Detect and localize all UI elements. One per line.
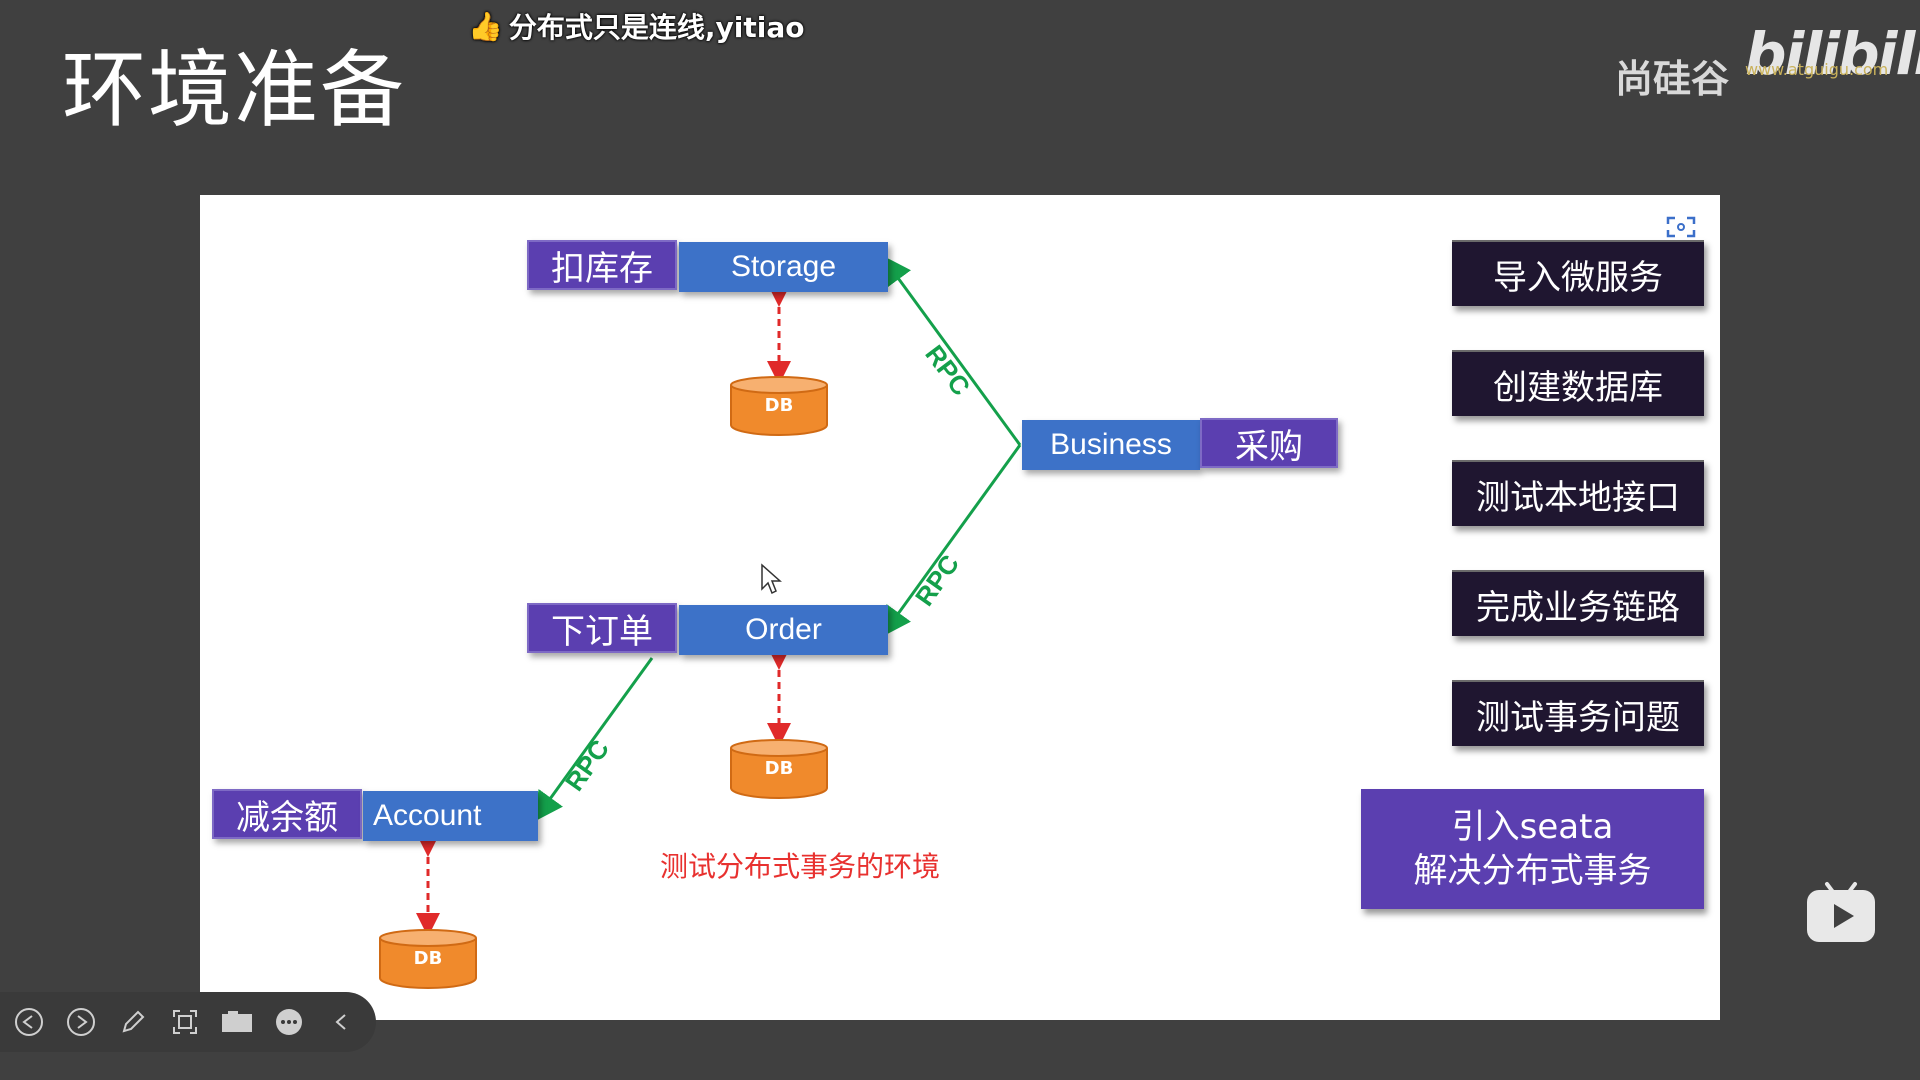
- service-box-order: Order: [679, 605, 888, 655]
- danmaku-text: 分布式只是连线,yitiao: [508, 11, 805, 44]
- step-import-services: 导入微服务: [1452, 240, 1704, 306]
- rpc-line-order: [881, 444, 1022, 638]
- action-label-storage: 扣库存: [527, 240, 677, 290]
- screenshot-icon[interactable]: [168, 1005, 202, 1039]
- seata-line2: 解决分布式事务: [1413, 851, 1652, 891]
- db-label: DB: [413, 948, 443, 969]
- step-test-local-api: 测试本地接口: [1452, 460, 1704, 526]
- seata-box: 引入seata 解决分布式事务: [1361, 789, 1704, 909]
- db-label: DB: [764, 395, 794, 416]
- logo-cn-name: 尚硅谷: [1615, 57, 1730, 101]
- service-box-storage: Storage: [679, 242, 888, 292]
- mouse-cursor-icon: [761, 563, 782, 595]
- collapse-icon[interactable]: [324, 1005, 358, 1039]
- action-label-order: 下订单: [527, 603, 677, 653]
- page-title: 环境准备: [62, 41, 407, 139]
- danmaku-comment: 👍 分布式只是连线,yitiao: [468, 6, 804, 46]
- camera-icon[interactable]: [220, 1005, 254, 1039]
- step-complete-business-chain: 完成业务链路: [1452, 570, 1704, 636]
- service-box-business: Business: [1022, 420, 1200, 470]
- step-test-transaction-issue: 测试事务问题: [1452, 680, 1704, 746]
- rpc-line-account: [533, 657, 654, 823]
- watermark-logo: 尚硅谷 bilibili www.atguigu.com: [1615, 20, 1920, 101]
- prev-icon[interactable]: [12, 1005, 46, 1039]
- thumbs-up-icon: 👍: [468, 9, 503, 43]
- action-label-business: 采购: [1200, 418, 1338, 468]
- next-icon[interactable]: [64, 1005, 98, 1039]
- slide-canvas: 扣库存 Storage Business 采购 下订单 Order 减余额 Ac…: [200, 195, 1720, 1020]
- service-box-account: Account: [363, 791, 538, 841]
- action-label-account: 减余额: [212, 789, 362, 839]
- db-storage: DB: [729, 375, 829, 437]
- seata-line1: 引入seata: [1451, 806, 1614, 847]
- fullscreen-icon[interactable]: [1665, 215, 1697, 239]
- pen-icon[interactable]: [116, 1005, 150, 1039]
- diagram-caption: 测试分布式事务的环境: [660, 850, 941, 883]
- db-order: DB: [729, 738, 829, 800]
- more-icon[interactable]: [272, 1005, 306, 1039]
- db-account: DB: [378, 928, 478, 990]
- logo-url: www.atguigu.com: [1745, 60, 1889, 79]
- player-toolbar: [0, 992, 376, 1052]
- step-create-database: 创建数据库: [1452, 350, 1704, 416]
- play-button-icon[interactable]: [1805, 878, 1877, 944]
- db-label: DB: [764, 758, 794, 779]
